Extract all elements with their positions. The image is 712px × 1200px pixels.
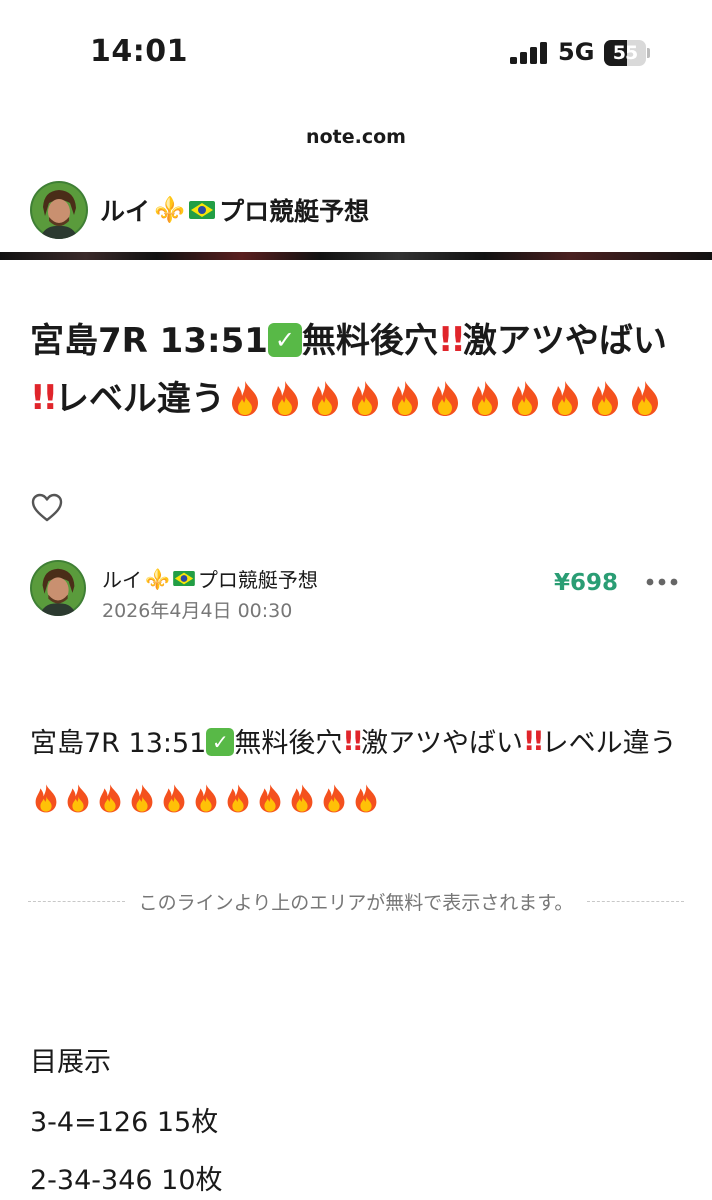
fire-emoji [227, 783, 249, 812]
browser-domain[interactable]: note.com [0, 126, 712, 148]
title-text-4: レベル違う [55, 379, 226, 419]
brazil-flag-icon [173, 571, 195, 586]
fire-emoji [35, 783, 57, 812]
fire-emoji [272, 380, 299, 416]
fire-emoji [163, 783, 185, 812]
free-area-notice: このラインより上のエリアが無料で表示されます。 [138, 891, 574, 914]
fire-emoji [592, 380, 619, 416]
header-image-strip [0, 252, 712, 260]
title-text-1: 宮島7R 13:51 [30, 321, 268, 361]
more-options-icon[interactable] [646, 572, 678, 592]
body-text-3: 激アツやばい [360, 728, 523, 759]
price-label[interactable]: ¥698 [554, 570, 618, 596]
fire-emoji [352, 380, 379, 416]
battery-percent: 55 [612, 42, 638, 64]
fire-emoji [312, 380, 339, 416]
title-text-3: 激アツやばい [462, 321, 667, 361]
body-text-4: レベル違う [541, 728, 677, 759]
fleur-de-lis-emoji: ⚜️ [154, 195, 186, 224]
author-header[interactable]: ルイ ⚜️ プロ競艇予想 [30, 180, 369, 240]
article-title: 宮島7R 13:51 ✓ 無料後穴!!激アツやばい!!レベル違う [30, 312, 690, 428]
status-bar: 14:01 5G 55 [0, 0, 712, 100]
status-time: 14:01 [90, 34, 188, 69]
fire-emoji [67, 783, 89, 812]
double-exclamation-emoji: !! [522, 725, 545, 757]
fire-emoji [99, 783, 121, 812]
author-avatar-small[interactable] [30, 560, 86, 616]
prediction-line-1: 目展示 [30, 1047, 111, 1078]
fire-emoji [259, 783, 281, 812]
fire-emoji [131, 783, 153, 812]
double-exclamation-emoji: !! [30, 377, 58, 418]
fire-emoji [472, 380, 499, 416]
body-text-1: 宮島7R 13:51 [30, 728, 207, 759]
article-body-text: 宮島7R 13:51 ✓ 無料後穴!!激アツやばい!!レベル違う [30, 716, 680, 828]
fire-emoji [195, 783, 217, 812]
publish-date: 2026年4月4日 00:30 [102, 600, 293, 622]
title-text-2: 無料後穴 [301, 321, 438, 361]
author-name[interactable]: ルイ ⚜️ プロ競艇予想 [100, 192, 369, 228]
fire-emoji [355, 783, 377, 812]
check-mark-emoji: ✓ [206, 727, 235, 756]
author-name-suffix: プロ競艇予想 [219, 197, 370, 226]
check-mark-emoji: ✓ [267, 322, 302, 357]
author-avatar[interactable] [30, 181, 88, 239]
heart-like-icon[interactable] [30, 492, 64, 524]
prediction-line-2: 3-4=126 15枚 [30, 1107, 219, 1138]
double-exclamation-emoji: !! [342, 725, 364, 757]
meta-author-name[interactable]: ルイ ⚜️ プロ競艇予想 [102, 564, 318, 593]
dashed-line-right [587, 900, 685, 902]
meta-name-prefix: ルイ [102, 568, 142, 592]
battery-icon: 55 [604, 40, 650, 66]
free-area-divider: このラインより上のエリアが無料で表示されます。 [28, 886, 685, 916]
body-text-2: 無料後穴 [234, 728, 343, 759]
fire-emoji [632, 380, 659, 416]
fire-emoji [291, 783, 313, 812]
author-name-prefix: ルイ [100, 197, 151, 226]
fleur-de-lis-emoji: ⚜️ [145, 566, 170, 591]
signal-strength-icon [510, 42, 547, 64]
fire-emoji [232, 380, 259, 416]
fire-emoji [323, 783, 345, 812]
meta-name-suffix: プロ競艇予想 [197, 568, 318, 592]
fire-emoji [432, 380, 459, 416]
fire-emoji [512, 380, 539, 416]
brazil-flag-icon [189, 201, 216, 219]
fire-emoji [392, 380, 419, 416]
network-type: 5G [558, 38, 595, 66]
fire-emoji [552, 380, 579, 416]
prediction-line-3: 2-34-346 10枚 [30, 1165, 223, 1196]
dashed-line-left [28, 900, 125, 902]
double-exclamation-emoji: !! [437, 319, 466, 360]
author-meta: ルイ ⚜️ プロ競艇予想 2026年4月4日 00:30 ¥698 [30, 560, 690, 622]
